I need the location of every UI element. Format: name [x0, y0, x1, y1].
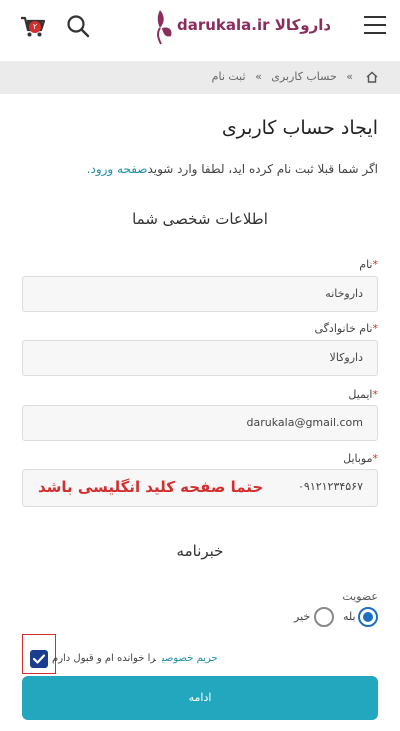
- breadcrumb-separator: »: [346, 70, 353, 83]
- breadcrumb: » حساب کاربری » ثبت نام: [0, 61, 400, 94]
- email-label-text: ایمیل: [348, 388, 373, 401]
- required-asterisk: *: [372, 452, 379, 465]
- membership-label: عضویت: [342, 590, 378, 603]
- email-field[interactable]: darukala@gmail.com: [22, 405, 378, 441]
- mobile-keyboard-note: حتما صفحه کلید انگلیسی باشد: [38, 478, 264, 496]
- breadcrumb-separator: »: [255, 70, 262, 83]
- leaf-logo-icon: [157, 10, 172, 45]
- membership-no-radio[interactable]: [314, 607, 334, 627]
- continue-button[interactable]: ادامه: [22, 676, 378, 720]
- menu-bar: [364, 32, 386, 34]
- last-name-field[interactable]: داروکالا: [22, 340, 378, 376]
- home-icon[interactable]: [366, 71, 378, 83]
- last-name-label: *نام خانوادگی: [315, 322, 378, 335]
- login-hint-text: اگر شما قبلا ثبت نام کرده اید، لطفا وارد…: [147, 162, 378, 176]
- cart-count-badge: ۲: [29, 21, 41, 33]
- breadcrumb-items: » حساب کاربری » ثبت نام: [209, 70, 356, 83]
- hamburger-menu-button[interactable]: [364, 16, 386, 36]
- login-hint: اگر شما قبلا ثبت نام کرده اید، لطفا وارد…: [87, 162, 378, 176]
- required-asterisk: *: [372, 388, 379, 401]
- breadcrumb-item-account[interactable]: حساب کاربری: [271, 70, 336, 83]
- first-name-field[interactable]: داروخانه: [22, 276, 378, 312]
- menu-bar: [364, 24, 386, 26]
- membership-yes-radio[interactable]: [358, 607, 378, 627]
- menu-bar: [364, 16, 386, 18]
- cart-button[interactable]: ۲: [20, 16, 46, 38]
- privacy-link[interactable]: حریم خصوصی: [162, 653, 218, 664]
- terms-checkbox[interactable]: [30, 650, 48, 668]
- checkmark-icon: [32, 654, 46, 664]
- first-name-label-text: نام: [359, 258, 373, 271]
- last-name-label-text: نام خانوادگی: [314, 322, 373, 335]
- newsletter-title: خبرنامه: [176, 542, 224, 560]
- membership-yes-label[interactable]: بله: [343, 610, 356, 623]
- personal-info-title: اطلاعات شخصی شما: [132, 210, 268, 228]
- search-button[interactable]: [66, 14, 90, 38]
- logo-text: darukala.ir داروکالا: [177, 16, 332, 34]
- app-header: ۲ darukala.ir داروکالا: [0, 0, 400, 60]
- required-asterisk: *: [372, 258, 379, 271]
- login-link[interactable]: صفحه ورود.: [87, 162, 148, 176]
- mobile-label-text: موبایل: [343, 452, 373, 465]
- required-asterisk: *: [372, 322, 379, 335]
- terms-text: حریم خصوصی را خوانده ام و قبول دارم: [52, 653, 218, 664]
- page-title: ایجاد حساب کاربری: [221, 117, 378, 139]
- terms-text-suffix: را خوانده ام و قبول دارم: [52, 653, 156, 664]
- membership-no-label[interactable]: خیر: [294, 610, 310, 623]
- first-name-label: *نام: [359, 258, 378, 271]
- email-label: *ایمیل: [348, 388, 378, 401]
- site-logo[interactable]: darukala.ir داروکالا: [157, 8, 331, 48]
- search-icon: [67, 15, 90, 38]
- breadcrumb-item-register[interactable]: ثبت نام: [212, 70, 246, 83]
- mobile-label: *موبایل: [343, 452, 378, 465]
